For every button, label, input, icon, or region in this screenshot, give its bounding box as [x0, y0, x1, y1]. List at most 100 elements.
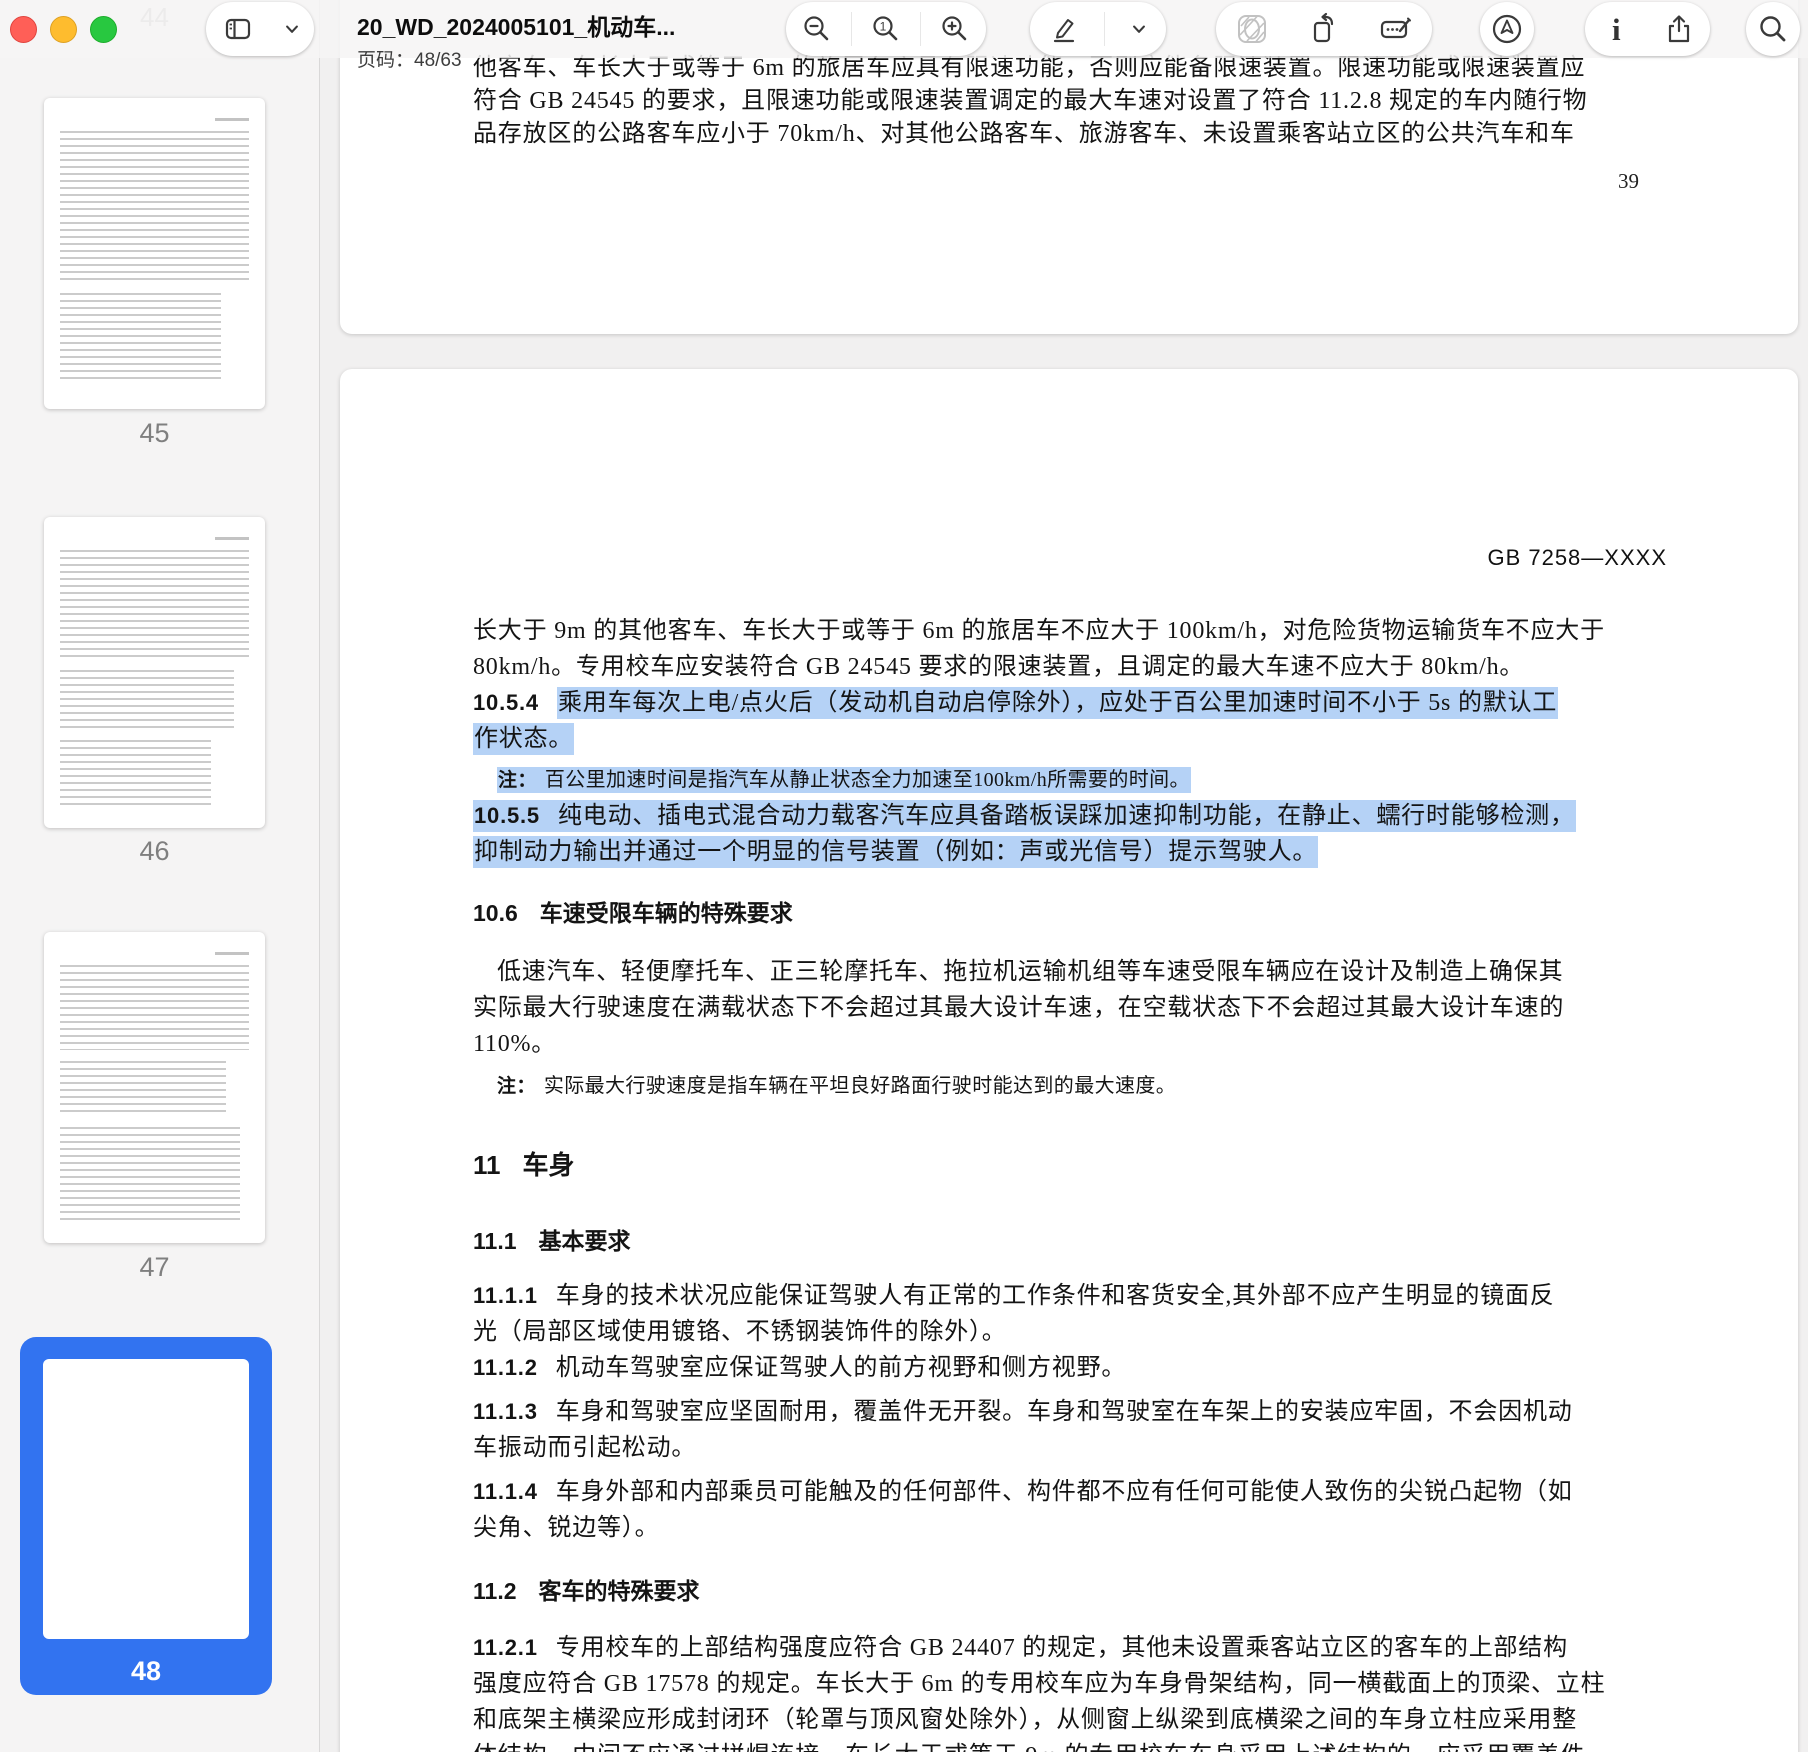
form-fill-button[interactable]	[1369, 2, 1423, 56]
share-button[interactable]	[1652, 2, 1706, 56]
thumbnail-page-preview	[60, 550, 249, 660]
thumbnail-page-47[interactable]	[44, 932, 265, 1243]
doc-text: 体结构，中间不应通过拼焊连接。车长大于或等于 9m 的专用校车车身采用上述结构的…	[473, 1743, 1585, 1752]
search-button[interactable]	[1746, 2, 1800, 56]
markup-button[interactable]	[1037, 2, 1091, 56]
doc-text: 80km/h。专用校车应安装符合 GB 24545 要求的限速装置，且调定的最大…	[473, 654, 1525, 680]
thumbnail-page-preview	[60, 131, 249, 281]
search-icon	[1760, 16, 1786, 42]
doc-line: 10.5.5 纯电动、插电式混合动力载客汽车应具备踏板误踩加速抑制功能，在静止、蠕…	[473, 798, 1667, 834]
doc-note-line: 注： 实际最大行驶速度是指车辆在平坦良好路面行驶时能达到的最大速度。	[497, 1071, 1667, 1102]
window-minimize-button[interactable]	[50, 16, 77, 43]
markup-pencil-icon	[1053, 19, 1074, 43]
sidebar-icon	[225, 18, 250, 40]
heading-text: 基本要求	[538, 1228, 631, 1254]
thumbnail-page-45[interactable]	[44, 98, 265, 409]
clause-number: 11.1	[473, 1228, 517, 1254]
heading-text: 客车的特殊要求	[538, 1578, 700, 1604]
window-zoom-button[interactable]	[90, 16, 117, 43]
doc-line: 11.1.1 车身的技术状况应能保证驾驶人有正常的工作条件和客货安全,其外部不应产…	[473, 1278, 1667, 1314]
highlighted-text: 抑制动力输出并通过一个明显的信号装置（例如：声或光信号）提示驾驶人。	[473, 836, 1319, 868]
highlighted-text: 作状态。	[473, 723, 575, 755]
clause-number: 11.1.2	[473, 1355, 538, 1380]
thumbnail-page-preview	[56, 1464, 218, 1509]
thumbnail-page-preview	[60, 293, 221, 383]
sidebar-toggle-button[interactable]	[211, 2, 265, 56]
preview-window: 44 45 46 47 48	[0, 0, 1808, 1752]
annotate-group	[1480, 2, 1534, 56]
doc-line: 和底架主横梁应形成封闭环（轮罩与顶风窗处除外），从侧窗上纵梁到底横梁之间的车身立…	[473, 1702, 1667, 1738]
toolbar-divider	[1104, 12, 1106, 46]
window-title: 20_WD_2024005101_机动车...	[357, 14, 676, 40]
svg-text:1: 1	[880, 20, 887, 34]
heading-text: 车身	[522, 1150, 575, 1180]
doc-text: 低速汽车、轻便摩托车、正三轮摩托车、拖拉机运输机组等车速受限车辆应在设计及制造上…	[497, 959, 1564, 985]
zoom-actual-size-icon: 1	[873, 16, 898, 41]
share-icon	[1668, 15, 1689, 43]
doc-line: 作状态。	[473, 721, 1667, 757]
doc-line: 品存放区的公路客车应小于 70km/h、对其他公路客车、旅游客车、未设置乘客站立…	[473, 121, 1575, 147]
page-indicator-value: 48/63	[414, 50, 462, 71]
zoom-actual-size-button[interactable]: 1	[859, 2, 913, 56]
pdf-page-40: GB 7258—XXXX 长大于 9m 的其他客车、车长大于或等于 6m 的旅居…	[340, 369, 1798, 1752]
rotate-button[interactable]	[1297, 2, 1351, 56]
section-heading: 11.2 客车的特殊要求	[473, 1576, 1667, 1606]
info-icon: i	[1611, 11, 1621, 47]
zoom-out-icon	[803, 16, 828, 41]
doc-line: 实际最大行驶速度在满载状态下不会超过其最大设计车速，在空载状态下不会超过其最大设…	[473, 990, 1667, 1026]
thumbnail-page-46[interactable]	[44, 517, 265, 828]
page-tools-group	[1216, 2, 1432, 56]
sidebar-view-menu-button[interactable]	[274, 2, 310, 56]
info-button[interactable]: i	[1589, 2, 1643, 56]
doc-text: 110%。	[473, 1031, 557, 1057]
window-close-button[interactable]	[10, 16, 37, 43]
clause-number: 10.6	[473, 900, 518, 926]
clause-number: 11.2	[473, 1578, 517, 1604]
clause-number: 11.1.1	[473, 1283, 538, 1308]
doc-text: 实际最大行驶速度在满载状态下不会超过其最大设计车速，在空载状态下不会超过其最大设…	[473, 995, 1565, 1021]
toolbar-divider	[850, 12, 852, 46]
clause-number: 11.2.1	[473, 1635, 538, 1660]
page-number-39: 39	[1618, 169, 1639, 193]
annotate-button[interactable]	[1480, 2, 1534, 56]
thumbnail-page-preview	[60, 740, 212, 810]
search-group	[1746, 2, 1800, 56]
thumbnail-page-preview	[60, 670, 234, 730]
sidebar-toggle-group	[206, 2, 314, 56]
doc-line: 10.5.4 乘用车每次上电/点火后（发动机自动启停除外），应处于百公里加速时间不…	[473, 685, 1667, 721]
chevron-down-icon	[1133, 25, 1146, 33]
doc-line: 符合 GB 24545 的要求，且限速功能或限速装置调定的最大车速对设置了符合 …	[473, 88, 1588, 114]
doc-line: 11.1.2 机动车驾驶室应保证驾驶人的前方视野和侧方视野。	[473, 1350, 1667, 1386]
doc-line: 11.1.3 车身和驾驶室应坚固耐用，覆盖件无开裂。车身和驾驶室在车架上的安装应牢…	[473, 1394, 1667, 1430]
doc-line: 抑制动力输出并通过一个明显的信号装置（例如：声或光信号）提示驾驶人。	[473, 834, 1667, 870]
doc-text: 长大于 9m 的其他客车、车长大于或等于 6m 的旅居车不应大于 100km/h…	[473, 618, 1605, 644]
toolbar-divider	[920, 12, 922, 46]
page-indicator: 页码：48/63	[357, 45, 675, 72]
thumbnail-page-preview	[60, 1061, 227, 1116]
doc-line: 尖角、锐边等）。	[473, 1510, 1667, 1546]
pen-nib-circle-icon	[1492, 14, 1522, 44]
doc-line: 车振动而引起松动。	[473, 1430, 1667, 1466]
doc-line: 11.2.1 专用校车的上部结构强度应符合 GB 24407 的规定，其他未设置乘…	[473, 1630, 1667, 1666]
doc-line: 光（局部区域使用镀铬、不锈钢装饰件的除外）。	[473, 1314, 1667, 1350]
doc-text: 机动车驾驶室应保证驾驶人的前方视野和侧方视野。	[555, 1355, 1127, 1381]
thumbnail-page-48-selected[interactable]: 48	[20, 1337, 272, 1695]
thumbnail-label-48: 48	[130, 1656, 162, 1686]
zoom-in-icon	[942, 16, 967, 41]
zoom-in-button[interactable]	[928, 2, 982, 56]
redact-icon	[1238, 15, 1266, 43]
redact-button	[1225, 2, 1279, 56]
thumbnail-label-47: 47	[139, 1252, 170, 1282]
section-heading: 10.6 车速受限车辆的特殊要求	[473, 898, 1667, 928]
thumbnail-sidebar: 44 45 46 47 48	[0, 0, 320, 1752]
zoom-out-button[interactable]	[790, 2, 844, 56]
doc-line: 长大于 9m 的其他客车、车长大于或等于 6m 的旅居车不应大于 100km/h…	[473, 613, 1667, 649]
markup-menu-button[interactable]	[1119, 2, 1159, 56]
doc-text: 实际最大行驶速度是指车辆在平坦良好路面行驶时能达到的最大速度。	[543, 1075, 1177, 1097]
thumbnail-page-preview	[56, 1375, 236, 1455]
thumbnail-page-preview	[60, 965, 249, 1050]
doc-text: 车身外部和内部乘员可能触及的任何部件、构件都不应有任何可能使人致伤的尖锐凸起物（…	[555, 1479, 1573, 1505]
thumbnail-page-preview	[60, 1127, 240, 1222]
thumbnail-page-48	[43, 1359, 249, 1639]
rotate-left-icon	[1313, 12, 1334, 43]
